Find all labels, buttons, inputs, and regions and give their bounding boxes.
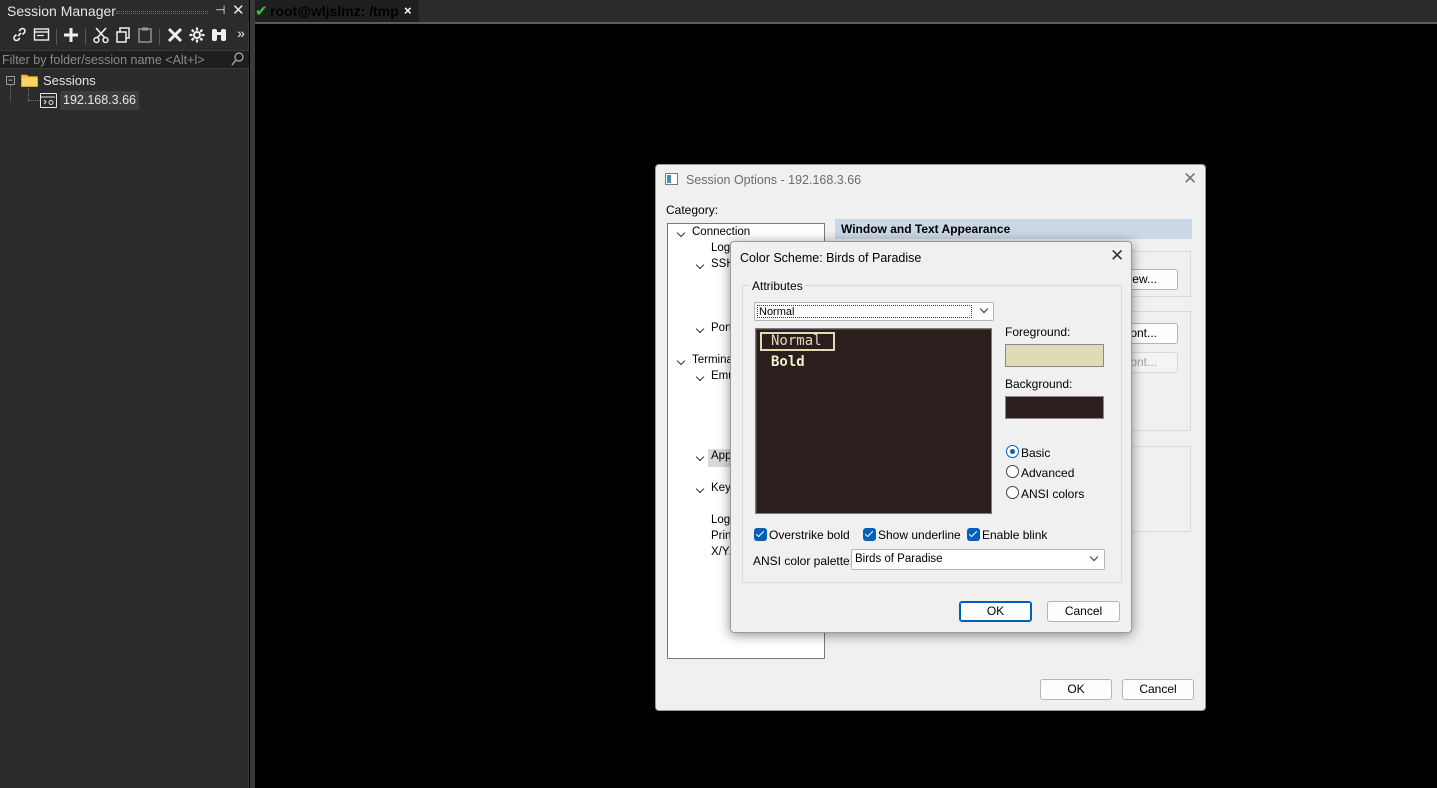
ansi-colors-radio-label[interactable]: ANSI colors bbox=[1021, 487, 1084, 501]
app-window-icon bbox=[665, 173, 678, 185]
show-underline-checkbox[interactable] bbox=[863, 528, 876, 541]
binoculars-icon[interactable] bbox=[209, 26, 229, 48]
color-scheme-title: Color Scheme: Birds of Paradise bbox=[740, 251, 922, 265]
session-toolbar: » bbox=[0, 24, 249, 50]
terminal-window-icon[interactable] bbox=[31, 26, 51, 48]
toolbar-more-icon[interactable]: » bbox=[231, 22, 251, 44]
session-options-ok-button[interactable]: OK bbox=[1040, 679, 1112, 700]
tab-label: root@wljslmz: /tmp bbox=[270, 3, 399, 19]
session-options-titlebar: Session Options - 192.168.3.66 ✕ bbox=[656, 165, 1205, 195]
filter-placeholder: Filter by folder/session name <Alt+l> bbox=[2, 53, 205, 67]
session-item-192-168-3-66[interactable]: 192.168.3.66 bbox=[60, 91, 139, 110]
ansi-palette-dropdown[interactable]: Birds of Paradise bbox=[851, 549, 1105, 570]
chevron-down-icon[interactable] bbox=[677, 231, 685, 239]
toolbar-separator bbox=[85, 29, 86, 45]
background-label: Background: bbox=[1005, 377, 1073, 391]
chevron-down-icon bbox=[980, 306, 988, 314]
advanced-radio[interactable] bbox=[1006, 465, 1019, 478]
session-manager-panel: Session Manager ⊣ ✕ » Filter by folder/s… bbox=[0, 0, 249, 788]
ansi-palette-value: Birds of Paradise bbox=[855, 553, 943, 565]
delete-icon[interactable] bbox=[165, 26, 185, 48]
tree-item-appearance[interactable]: App bbox=[711, 450, 731, 462]
close-tab-icon[interactable]: × bbox=[404, 3, 412, 18]
ansi-colors-radio[interactable] bbox=[1006, 486, 1019, 499]
chevron-down-icon[interactable] bbox=[696, 455, 704, 463]
tree-item-connection[interactable]: Connection bbox=[692, 226, 750, 238]
collapse-sessions-toggle[interactable]: − bbox=[6, 76, 15, 85]
color-preview-pane[interactable]: Normal Bold bbox=[755, 328, 992, 514]
terminal-tab-bar: ✔ root@wljslmz: /tmp × bbox=[255, 0, 1437, 24]
preview-normal-text[interactable]: Normal bbox=[760, 332, 835, 351]
close-panel-icon[interactable]: ✕ bbox=[232, 1, 245, 19]
chevron-down-icon[interactable] bbox=[696, 375, 704, 383]
session-options-title: Session Options - 192.168.3.66 bbox=[686, 173, 862, 187]
paste-icon[interactable] bbox=[135, 26, 155, 48]
session-options-cancel-button[interactable]: Cancel bbox=[1122, 679, 1194, 700]
panel-drag-grip[interactable] bbox=[116, 11, 208, 14]
enable-blink-label[interactable]: Enable blink bbox=[982, 528, 1047, 542]
link-icon[interactable] bbox=[9, 26, 29, 48]
chevron-down-icon bbox=[1090, 554, 1098, 562]
chevron-down-icon[interactable] bbox=[677, 359, 685, 367]
category-label: Category: bbox=[666, 203, 719, 217]
chevron-down-icon[interactable] bbox=[696, 487, 704, 495]
ssh-session-icon bbox=[40, 93, 57, 108]
tree-item-port[interactable]: Port bbox=[711, 322, 732, 334]
basic-radio-label[interactable]: Basic bbox=[1021, 446, 1050, 460]
advanced-radio-label[interactable]: Advanced bbox=[1021, 466, 1074, 480]
cut-icon[interactable] bbox=[91, 26, 111, 48]
tree-item-log-file[interactable]: Log bbox=[711, 514, 730, 526]
panel-heading: Window and Text Appearance bbox=[835, 219, 1192, 239]
add-session-icon[interactable] bbox=[61, 26, 81, 48]
toolbar-separator bbox=[159, 29, 160, 45]
attribute-selected-value: Normal bbox=[757, 305, 972, 318]
close-icon[interactable]: ✕ bbox=[1110, 246, 1124, 266]
tree-item-terminal[interactable]: Termina bbox=[692, 354, 733, 366]
preview-bold-text[interactable]: Bold bbox=[771, 354, 805, 370]
attribute-dropdown[interactable]: Normal bbox=[754, 302, 994, 321]
chevron-down-icon[interactable] bbox=[696, 327, 704, 335]
color-scheme-dialog: Color Scheme: Birds of Paradise ✕ Attrib… bbox=[730, 241, 1132, 633]
copy-icon[interactable] bbox=[113, 26, 133, 48]
sessions-folder-label[interactable]: Sessions bbox=[43, 73, 96, 88]
session-filter-input[interactable]: Filter by folder/session name <Alt+l> bbox=[0, 50, 249, 69]
enable-blink-checkbox[interactable] bbox=[967, 528, 980, 541]
ansi-palette-label: ANSI color palette: bbox=[753, 554, 854, 568]
session-manager-titlebar: Session Manager ⊣ ✕ bbox=[0, 0, 249, 22]
cancel-button[interactable]: Cancel bbox=[1047, 601, 1120, 622]
folder-icon bbox=[21, 73, 38, 87]
tree-connector bbox=[28, 100, 40, 101]
show-underline-label[interactable]: Show underline bbox=[878, 528, 961, 542]
ok-button[interactable]: OK bbox=[959, 601, 1032, 622]
overstrike-bold-checkbox[interactable] bbox=[754, 528, 767, 541]
background-color-swatch[interactable] bbox=[1005, 396, 1104, 419]
attributes-legend: Attributes bbox=[750, 279, 805, 293]
tree-connector bbox=[10, 85, 11, 101]
toolbar-separator bbox=[56, 29, 57, 45]
overstrike-bold-label[interactable]: Overstrike bold bbox=[769, 528, 850, 542]
chevron-down-icon[interactable] bbox=[696, 263, 704, 271]
tree-connector bbox=[28, 88, 29, 100]
search-icon[interactable] bbox=[231, 51, 245, 70]
gear-icon[interactable] bbox=[187, 26, 207, 48]
tab-terminal-session[interactable]: ✔ root@wljslmz: /tmp × bbox=[255, 0, 419, 22]
foreground-color-swatch[interactable] bbox=[1005, 344, 1104, 367]
session-manager-title: Session Manager bbox=[7, 3, 116, 19]
close-icon[interactable]: ✕ bbox=[1183, 169, 1197, 189]
foreground-label: Foreground: bbox=[1005, 325, 1071, 339]
basic-radio[interactable] bbox=[1006, 445, 1019, 458]
connected-check-icon: ✔ bbox=[255, 3, 268, 20]
pin-icon[interactable]: ⊣ bbox=[215, 3, 225, 17]
